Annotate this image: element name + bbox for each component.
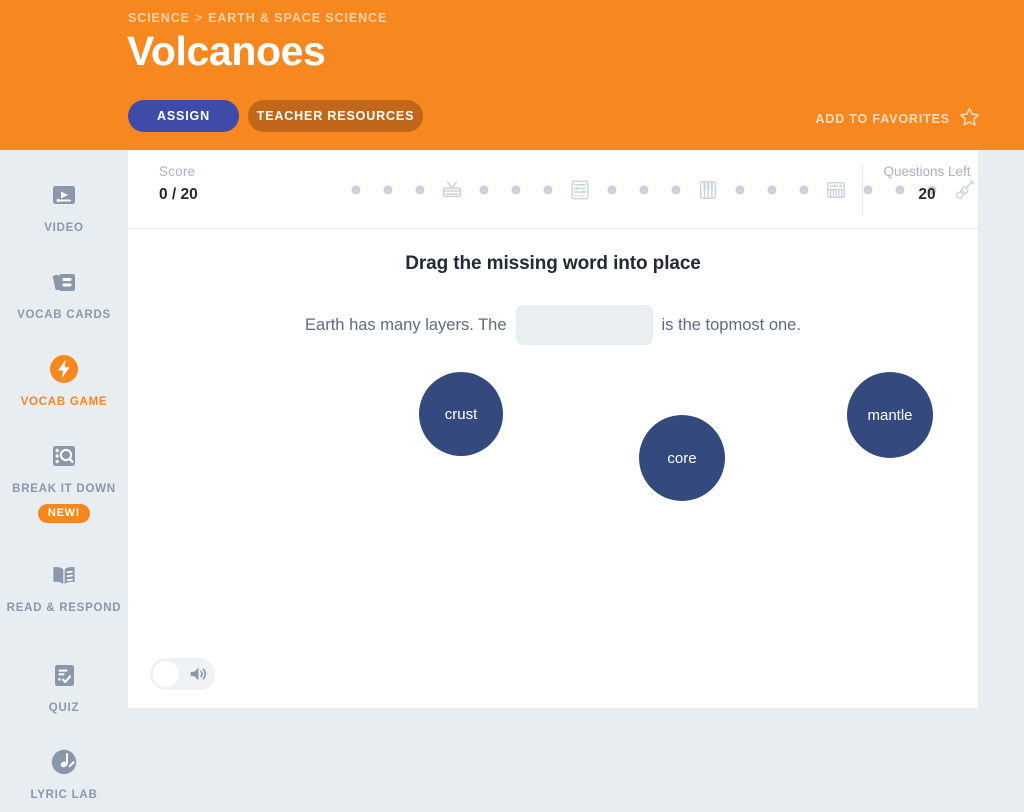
vocab-game-page: SCIENCE > EARTH & SPACE SCIENCE Volcanoes … [0,0,1024,812]
progress-dot [607,185,617,194]
sidebar-item-vocab-cards[interactable]: VOCAB CARDS [0,265,128,322]
question-prompt: Drag the missing word into place [405,253,701,274]
progress-dot [479,185,489,194]
magnifier-frame-icon [48,439,80,473]
progress-dot-marker [607,185,617,194]
score-block: Score 0 / 20 [159,164,198,204]
progress-dot-marker [383,185,393,194]
synthesizer-icon [825,179,847,201]
add-to-favorites-button[interactable]: ADD TO FAVORITES [815,106,980,132]
questions-left-label: Questions Left [883,164,971,179]
answer-bubble-core[interactable]: core [639,415,725,501]
page-header: SCIENCE > EARTH & SPACE SCIENCE Volcanoes … [0,0,1024,150]
progress-dot-marker [863,185,873,194]
questions-left-value: 20 [918,186,936,203]
add-to-favorites-label: ADD TO FAVORITES [815,112,950,126]
page-title: Volcanoes [127,28,326,74]
answer-bubble-label: crust [444,405,478,423]
toggle-knob[interactable] [153,661,179,687]
scorebar-divider [862,164,863,216]
progress-dot-marker [479,185,489,194]
mixer-icon [569,179,591,201]
sidebar-label-lyric-lab: LYRIC LAB [30,789,98,801]
score-bar: Score 0 / 20 Questions Left 20 [128,150,978,229]
progress-dot-marker [511,185,521,194]
progress-dot [351,185,361,194]
progress-dot [543,185,553,194]
sidebar-nav: VIDEO VOCAB CARDS VOCAB GAME BREAK IT DO… [0,150,128,812]
progress-dot-marker [415,185,425,194]
progress-dot [735,185,745,194]
sidebar-label-read-respond: READ & RESPOND [6,602,122,614]
blank-drop-slot[interactable] [515,305,653,345]
video-player-icon [49,178,79,212]
sentence-after: is the topmost one. [661,315,801,334]
breadcrumb-child[interactable]: EARTH & SPACE SCIENCE [208,11,387,25]
progress-dot-marker [543,185,553,194]
new-badge: NEW! [37,504,91,523]
audio-toggle[interactable] [150,658,215,690]
answer-bubble-mantle[interactable]: mantle [847,372,933,458]
open-book-icon [47,558,81,592]
lightning-bolt-icon [48,352,80,386]
progress-dot [671,185,681,194]
breadcrumb-parent[interactable]: SCIENCE [128,11,190,25]
piano-keys-icon [697,179,719,201]
progress-dot-marker [767,185,777,194]
progress-dot-marker [799,185,809,194]
progress-dot [767,185,777,194]
progress-dot-marker [735,185,745,194]
answer-bubble-label: core [667,449,697,467]
breadcrumb: SCIENCE > EARTH & SPACE SCIENCE [128,11,387,25]
progress-dot [799,185,809,194]
answer-bubble-label: mantle [867,406,913,424]
questions-left-block: Questions Left 20 [876,164,978,204]
progress-dot [415,185,425,194]
game-card: Score 0 / 20 Questions Left 20 Drag the … [128,150,978,708]
sidebar-label-break-it-down: BREAK IT DOWN [12,483,116,495]
progress-dot [639,185,649,194]
assign-button[interactable]: ASSIGN [128,100,239,132]
star-outline-icon [959,106,980,132]
progress-dot-marker [351,185,361,194]
fill-in-the-blank-sentence: Earth has many layers. The is the topmos… [128,305,978,345]
progress-dot [863,185,873,194]
sidebar-label-vocab-game: VOCAB GAME [20,396,108,408]
speaker-icon [187,663,209,685]
sidebar-item-video[interactable]: VIDEO [0,178,128,235]
checklist-icon [49,658,79,692]
progress-dot-marker [671,185,681,194]
sidebar-item-quiz[interactable]: QUIZ [0,658,128,715]
score-label: Score [159,164,196,179]
breadcrumb-separator: > [194,11,204,25]
sidebar-item-lyric-lab[interactable]: LYRIC LAB [0,745,128,802]
answer-bubble-crust[interactable]: crust [419,372,503,456]
sidebar-label-vocab-cards: VOCAB CARDS [17,309,111,321]
progress-dot-marker [639,185,649,194]
score-value: 0 / 20 [159,186,198,203]
teacher-resources-button[interactable]: TEACHER RESOURCES [248,100,423,132]
sidebar-item-break-it-down[interactable]: BREAK IT DOWN NEW! [0,439,128,523]
sidebar-label-video: VIDEO [44,222,84,234]
sentence-before: Earth has many layers. The [305,315,507,334]
sidebar-label-quiz: QUIZ [48,702,80,714]
music-note-pencil-icon [48,745,80,779]
sidebar-item-vocab-game[interactable]: VOCAB GAME [0,352,128,409]
sidebar-item-read-respond[interactable]: READ & RESPOND [0,558,128,615]
progress-dot [383,185,393,194]
progress-dot [511,185,521,194]
vocab-cards-icon [48,265,80,299]
radio-icon [441,179,463,201]
